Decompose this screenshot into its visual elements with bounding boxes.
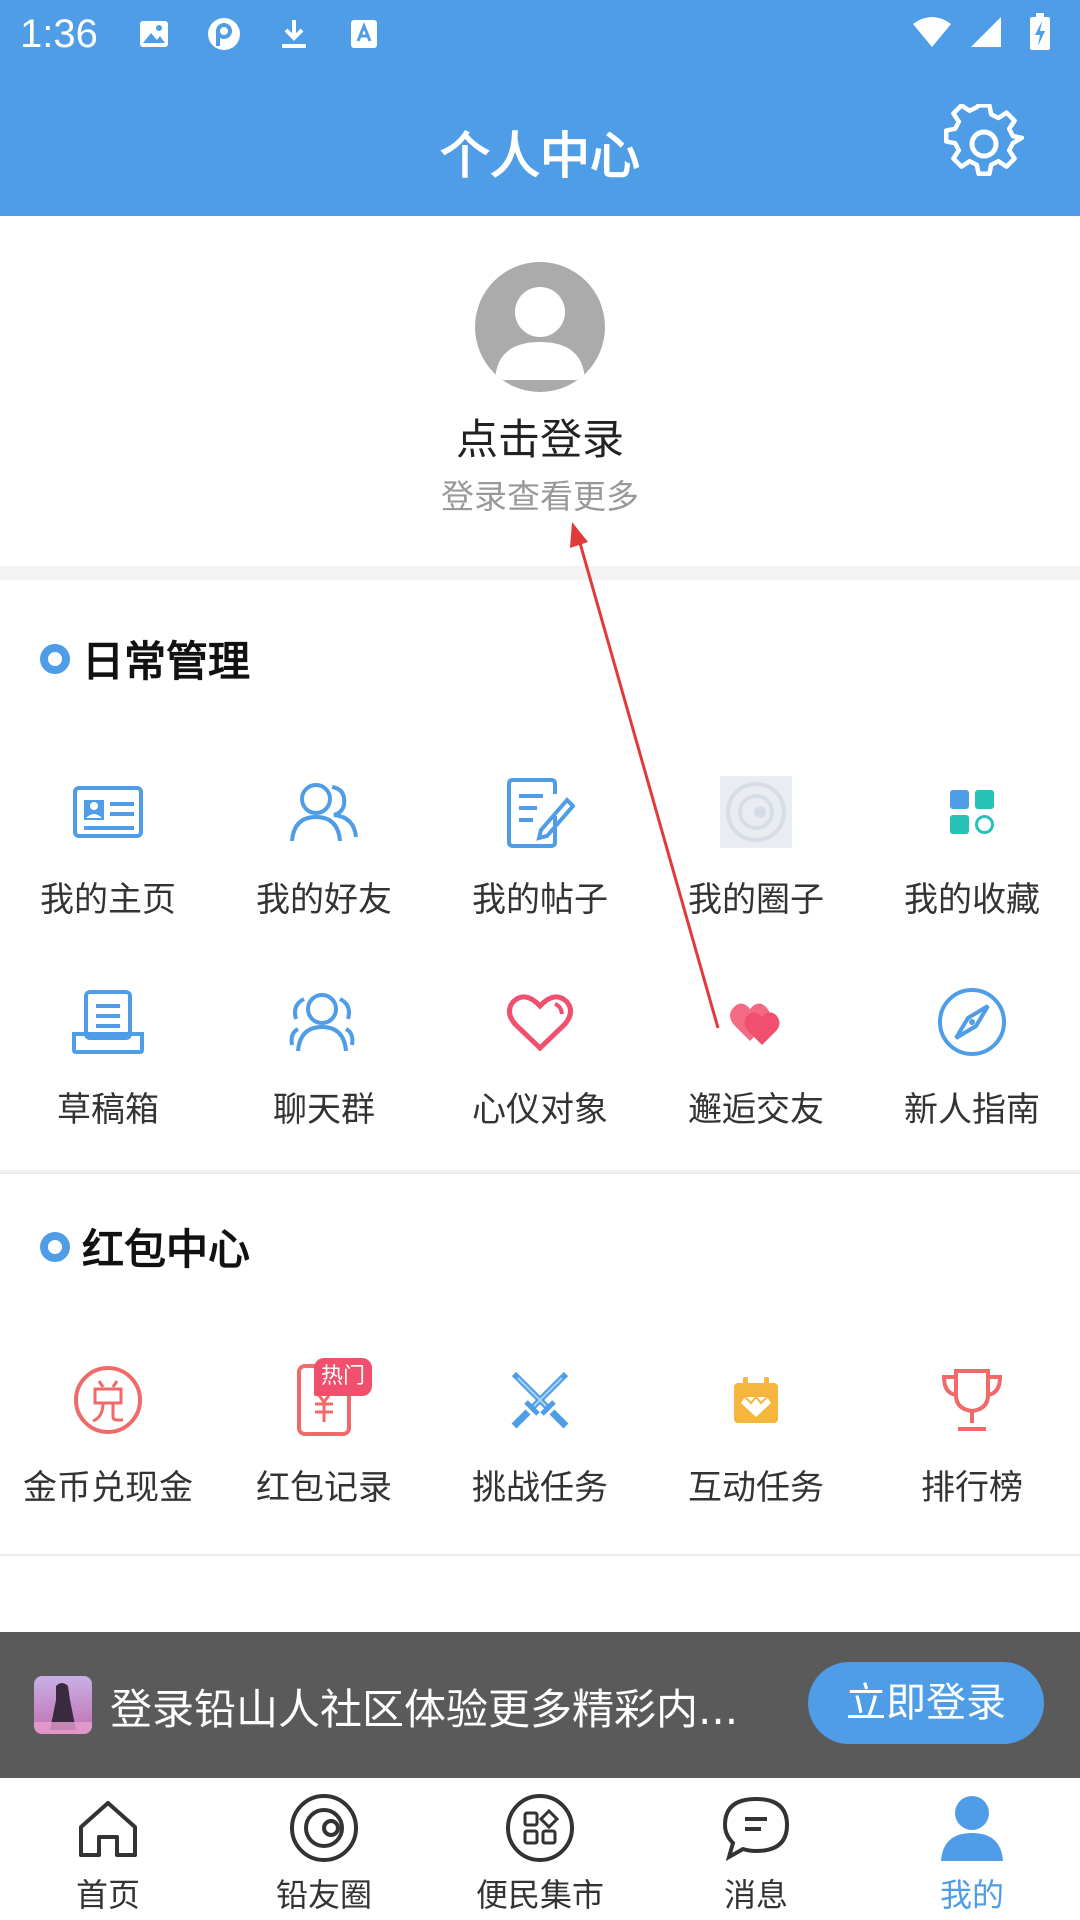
red-packet-section: 红包中心 金币兑现金 红包记录 挑战任务 互动任务 排行榜 — [0, 1174, 1080, 1558]
signal-icon — [966, 12, 1006, 52]
grid-item-label: 新人指南 — [904, 1090, 1040, 1130]
post-edit-icon — [504, 776, 576, 848]
download-icon — [274, 14, 314, 54]
gear-icon — [943, 103, 1025, 177]
grid-item-my-circles[interactable]: 我的圈子 — [648, 776, 864, 926]
message-icon — [720, 1792, 792, 1864]
tab-mine[interactable]: 我的 — [864, 1778, 1080, 1920]
status-time: 1:36 — [20, 12, 98, 56]
login-prompt[interactable]: 点击登录 — [0, 406, 1080, 467]
grid-item-dating[interactable]: 邂逅交友 — [648, 986, 864, 1136]
grid-item-coin-exchange[interactable]: 金币兑现金 — [0, 1364, 216, 1514]
grid-item-challenge-task[interactable]: 挑战任务 — [432, 1364, 648, 1514]
swords-icon — [504, 1364, 576, 1436]
spacer — [0, 1558, 1080, 1632]
hot-badge: 热门 — [314, 1358, 372, 1396]
grid-item-interactive-task[interactable]: 互动任务 — [648, 1364, 864, 1514]
home-icon — [72, 1792, 144, 1864]
grid-item-label: 聊天群 — [273, 1090, 375, 1130]
trophy-icon — [936, 1364, 1008, 1436]
status-system-icons — [912, 12, 1060, 52]
status-bar: 1:36 — [0, 0, 1080, 70]
grid-item-crush[interactable]: 心仪对象 — [432, 986, 648, 1136]
drafts-icon — [72, 986, 144, 1058]
grid-item-my-friends[interactable]: 我的好友 — [216, 776, 432, 926]
daily-row-1: 我的主页 我的好友 我的帖子 我的圈子 我的收藏 — [0, 776, 1080, 926]
daily-management-section: 日常管理 我的主页 我的好友 我的帖子 我的圈子 我的收藏 草稿箱 聊天群 心仪… — [0, 580, 1080, 1174]
section-dot-icon — [40, 1231, 70, 1262]
hearts-icon — [720, 986, 792, 1058]
grid-item-label: 排行榜 — [921, 1468, 1023, 1508]
section-divider — [0, 1554, 1080, 1556]
parking-app-icon — [204, 14, 244, 54]
login-banner: 登录铅山人社区体验更多精彩内... 立即登录 — [0, 1632, 1080, 1778]
profile-icon — [936, 1792, 1008, 1864]
planet-icon — [288, 1792, 360, 1864]
grid-item-label: 草稿箱 — [57, 1090, 159, 1130]
grid-item-label: 我的收藏 — [904, 880, 1040, 920]
grid-item-label: 我的好友 — [256, 880, 392, 920]
image-icon — [134, 14, 174, 54]
section-header: 红包中心 — [40, 1216, 250, 1277]
tab-home[interactable]: 首页 — [0, 1778, 216, 1920]
tab-label: 首页 — [75, 1876, 140, 1914]
text-a-icon — [344, 14, 384, 54]
wifi-icon — [912, 12, 952, 52]
grid-item-label: 互动任务 — [688, 1468, 824, 1508]
market-icon — [504, 1792, 576, 1864]
profile-card[interactable]: 点击登录 登录查看更多 — [0, 216, 1080, 566]
compass-icon — [936, 986, 1008, 1058]
grid-item-label: 金币兑现金 — [23, 1468, 193, 1508]
page-title: 个人中心 — [440, 127, 640, 185]
tab-label: 我的 — [939, 1876, 1004, 1914]
id-card-icon — [72, 776, 144, 848]
grid-item-label: 心仪对象 — [472, 1090, 608, 1130]
header-bar: 个人中心 — [0, 70, 1080, 216]
banner-message: 登录铅山人社区体验更多精彩内... — [110, 1685, 739, 1734]
settings-button[interactable] — [943, 103, 1025, 184]
default-avatar-icon — [495, 287, 585, 380]
calendar-task-icon — [720, 1364, 792, 1436]
red-packet-row: 金币兑现金 红包记录 挑战任务 互动任务 排行榜 — [0, 1364, 1080, 1514]
grid-item-label: 邂逅交友 — [688, 1090, 824, 1130]
grid-item-chat-group[interactable]: 聊天群 — [216, 986, 432, 1136]
tab-label: 铅友圈 — [275, 1876, 372, 1914]
exchange-icon — [72, 1364, 144, 1436]
grid-item-drafts[interactable]: 草稿箱 — [0, 986, 216, 1136]
grid-item-my-homepage[interactable]: 我的主页 — [0, 776, 216, 926]
grid-item-newcomer-guide[interactable]: 新人指南 — [864, 986, 1080, 1136]
section-dot-icon — [40, 643, 70, 674]
grid-item-label: 我的帖子 — [472, 880, 608, 920]
favorites-grid-icon — [936, 776, 1008, 848]
chat-group-icon — [288, 986, 360, 1058]
login-now-button[interactable]: 立即登录 — [808, 1662, 1044, 1744]
grid-item-my-posts[interactable]: 我的帖子 — [432, 776, 648, 926]
grid-item-label: 挑战任务 — [472, 1468, 608, 1508]
section-title: 红包中心 — [82, 1225, 251, 1274]
bottom-tab-bar: 首页 铅友圈 便民集市 消息 我的 — [0, 1778, 1080, 1920]
tab-market[interactable]: 便民集市 — [432, 1778, 648, 1920]
heart-outline-icon — [504, 986, 576, 1058]
grid-item-my-favorites[interactable]: 我的收藏 — [864, 776, 1080, 926]
section-header: 日常管理 — [40, 628, 250, 689]
tab-messages[interactable]: 消息 — [648, 1778, 864, 1920]
friends-icon — [288, 776, 360, 848]
tab-label: 便民集市 — [475, 1876, 604, 1914]
status-notification-icons — [134, 14, 384, 54]
grid-item-label: 我的主页 — [40, 880, 176, 920]
tab-label: 消息 — [723, 1876, 788, 1914]
circle-icon — [720, 776, 792, 848]
app-logo-thumbnail — [34, 1676, 92, 1734]
avatar[interactable] — [475, 262, 605, 392]
grid-item-label: 我的圈子 — [688, 880, 824, 920]
daily-row-2: 草稿箱 聊天群 心仪对象 邂逅交友 新人指南 — [0, 986, 1080, 1136]
login-hint: 登录查看更多 — [441, 477, 639, 516]
tab-circle[interactable]: 铅友圈 — [216, 1778, 432, 1920]
battery-charging-icon — [1020, 12, 1060, 52]
grid-item-label: 红包记录 — [256, 1468, 392, 1508]
grid-item-leaderboard[interactable]: 排行榜 — [864, 1364, 1080, 1514]
section-title: 日常管理 — [82, 637, 251, 686]
